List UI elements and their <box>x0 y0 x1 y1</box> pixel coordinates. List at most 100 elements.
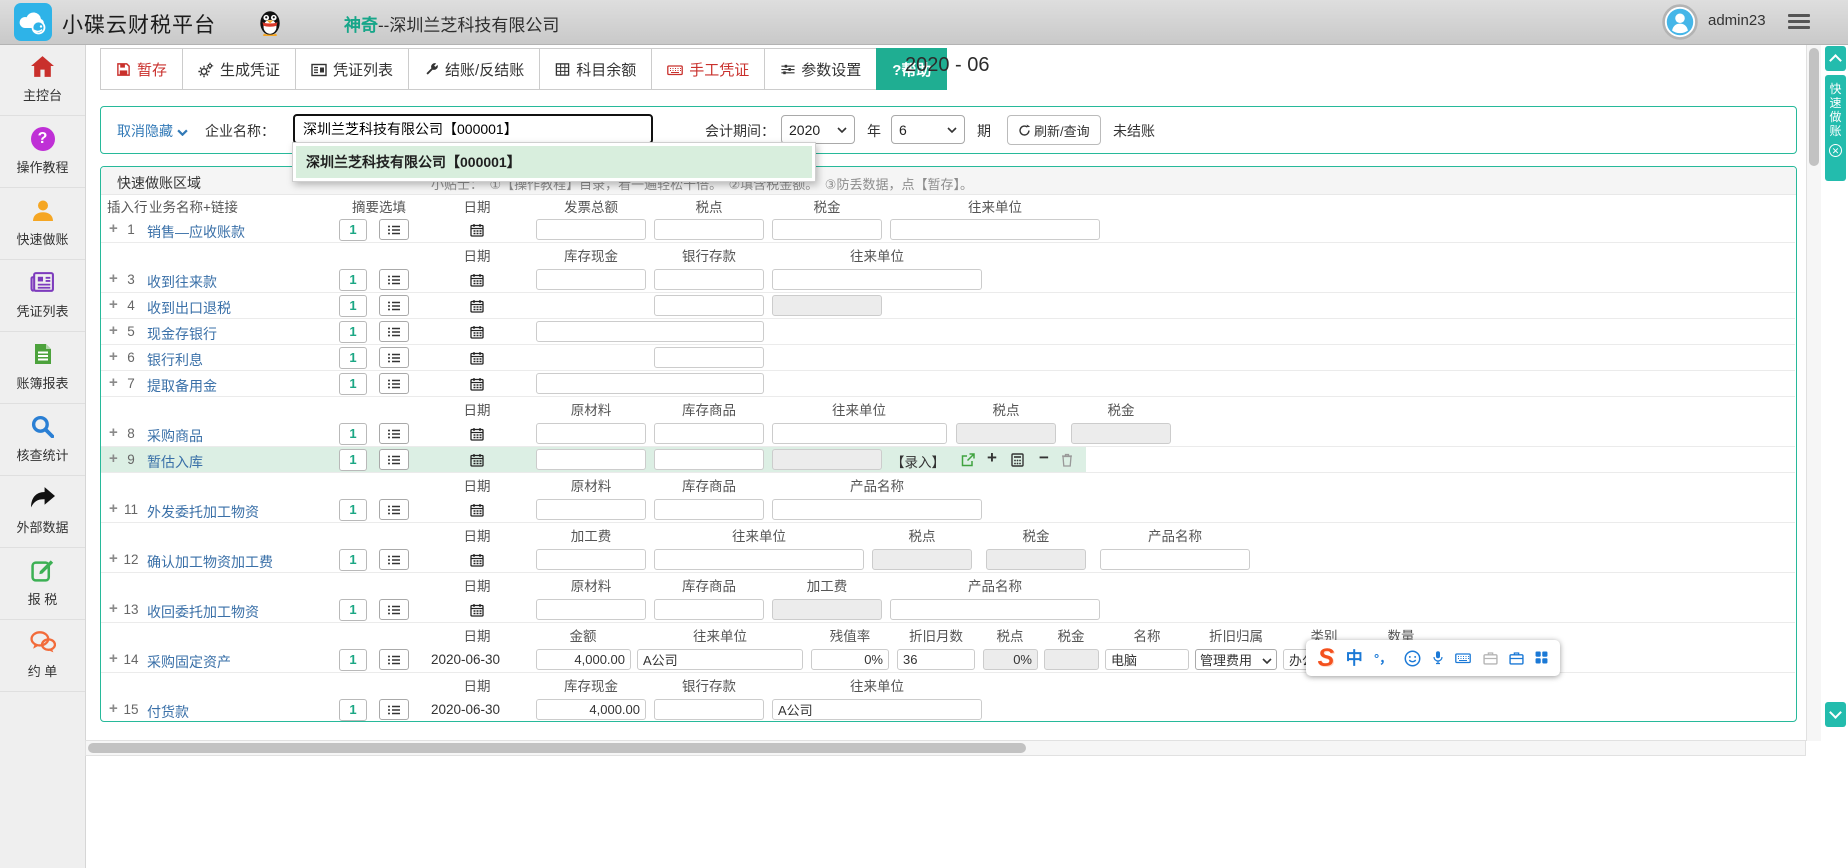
insert-row-icon[interactable]: + <box>109 221 118 237</box>
partner-input[interactable] <box>772 699 982 720</box>
business-name-link[interactable]: 收到往来款 <box>147 272 217 292</box>
summary-list-button[interactable] <box>379 269 409 290</box>
tax-input[interactable] <box>772 219 882 240</box>
processing-fee-input[interactable] <box>536 549 646 570</box>
toolbar-settings-button[interactable]: 参数设置 <box>764 48 877 90</box>
calendar-icon[interactable] <box>461 499 493 520</box>
insert-row-icon[interactable]: + <box>109 501 118 517</box>
insert-row-icon[interactable]: + <box>109 701 118 717</box>
row-count[interactable]: 1 <box>339 269 367 291</box>
company-name-input[interactable] <box>293 114 653 144</box>
stock-goods-input[interactable] <box>654 599 764 620</box>
partner-input[interactable] <box>890 219 1100 240</box>
business-name-link[interactable]: 收回委托加工物资 <box>147 602 259 622</box>
cash-input[interactable] <box>536 321 764 342</box>
summary-list-button[interactable] <box>379 599 409 620</box>
sidebar-item-appointment[interactable]: 约 单 <box>0 620 85 692</box>
cash-input[interactable] <box>536 699 646 720</box>
month-select[interactable]: 6 <box>891 115 965 144</box>
raw-material-input[interactable] <box>536 499 646 520</box>
chinese-mode-icon[interactable]: 中 <box>1346 650 1363 667</box>
summary-list-button[interactable] <box>379 373 409 394</box>
cash-input[interactable] <box>536 373 764 394</box>
soft-keyboard-icon[interactable] <box>1455 650 1471 666</box>
row-count[interactable]: 1 <box>339 549 367 571</box>
business-name-link[interactable]: 确认加工物资加工费 <box>147 552 273 572</box>
toolbox-icon[interactable] <box>1483 650 1498 666</box>
summary-list-button[interactable] <box>379 219 409 240</box>
row-count[interactable]: 1 <box>339 321 367 343</box>
calendar-icon[interactable] <box>461 449 493 470</box>
product-name-input[interactable] <box>1100 549 1250 570</box>
skin-case-icon[interactable] <box>1509 650 1524 666</box>
calendar-icon[interactable] <box>461 321 493 342</box>
date-value[interactable]: 2020-06-30 <box>431 702 523 717</box>
summary-list-button[interactable] <box>379 499 409 520</box>
user-avatar[interactable] <box>1662 4 1698 40</box>
cancel-hide-toggle[interactable]: 取消隐藏 <box>117 121 188 141</box>
bank-input[interactable] <box>654 347 764 368</box>
calendar-icon[interactable] <box>461 219 493 240</box>
row-count[interactable]: 1 <box>339 449 367 471</box>
punctuation-mode-icon[interactable]: °， <box>1374 652 1392 665</box>
toolbar-voucher-list-button[interactable]: 凭证列表 <box>295 48 409 90</box>
bank-input[interactable] <box>654 699 764 720</box>
insert-row-icon[interactable]: + <box>109 451 118 467</box>
menu-icon[interactable] <box>1788 14 1810 30</box>
bank-input[interactable] <box>654 295 764 316</box>
sidebar-item-voucher-list[interactable]: 凭证列表 <box>0 260 85 332</box>
sidebar-item-tutorial[interactable]: ? 操作教程 <box>0 116 85 188</box>
cash-input[interactable] <box>536 269 646 290</box>
business-name-link[interactable]: 采购固定资产 <box>147 652 231 672</box>
raw-material-input[interactable] <box>536 599 646 620</box>
calendar-icon[interactable] <box>461 347 493 368</box>
amount-input[interactable] <box>536 649 631 670</box>
business-name-link[interactable]: 外发委托加工物资 <box>147 502 259 522</box>
calendar-icon[interactable] <box>461 549 493 570</box>
business-name-link[interactable]: 收到出口退税 <box>147 298 231 318</box>
stock-goods-input[interactable] <box>654 423 764 444</box>
vertical-scrollbar-thumb[interactable] <box>1809 48 1819 166</box>
summary-list-button[interactable] <box>379 347 409 368</box>
insert-row-icon[interactable]: + <box>109 651 118 667</box>
stock-goods-input[interactable] <box>654 499 764 520</box>
row-count[interactable]: 1 <box>339 373 367 395</box>
business-name-link[interactable]: 提取备用金 <box>147 376 217 396</box>
horizontal-scrollbar-thumb[interactable] <box>88 743 1026 753</box>
row-count[interactable]: 1 <box>339 295 367 317</box>
depreciation-months-input[interactable] <box>897 649 975 670</box>
sidebar-item-check-stats[interactable]: 核查统计 <box>0 404 85 476</box>
toolbar-closing-button[interactable]: 结账/反结账 <box>408 48 540 90</box>
sogou-logo-icon[interactable]: S <box>1318 646 1335 671</box>
row-count[interactable]: 1 <box>339 219 367 241</box>
insert-row-icon[interactable]: + <box>109 375 118 391</box>
bank-input[interactable] <box>654 269 764 290</box>
product-name-input[interactable] <box>890 599 1100 620</box>
partner-input[interactable] <box>637 649 803 670</box>
sidebar-item-tax-filing[interactable]: 报 税 <box>0 548 85 620</box>
insert-row-icon[interactable]: + <box>109 601 118 617</box>
calendar-icon[interactable] <box>461 423 493 444</box>
summary-list-button[interactable] <box>379 649 409 670</box>
partner-input[interactable] <box>772 423 947 444</box>
business-name-link[interactable]: 采购商品 <box>147 426 203 446</box>
entry-link[interactable]: 【录入】 <box>891 451 945 471</box>
summary-list-button[interactable] <box>379 449 409 470</box>
summary-list-button[interactable] <box>379 549 409 570</box>
calculator-icon[interactable] <box>1011 451 1024 469</box>
sidebar-item-quick-account[interactable]: 快速做账 <box>0 188 85 260</box>
quick-accounting-tab[interactable]: 快速做账✕ <box>1825 75 1846 181</box>
row-count[interactable]: 1 <box>339 599 367 621</box>
stock-goods-input[interactable] <box>654 449 764 470</box>
business-name-link[interactable]: 付货款 <box>147 702 189 722</box>
raw-material-input[interactable] <box>536 449 646 470</box>
insert-row-icon[interactable]: + <box>109 425 118 441</box>
scroll-up-button[interactable] <box>1825 46 1846 71</box>
remove-line-icon[interactable]: − <box>1039 448 1049 468</box>
tax-rate-input[interactable] <box>654 219 764 240</box>
business-name-link[interactable]: 销售—应收账款 <box>147 222 245 242</box>
suggestion-item[interactable]: 深圳兰芝科技有限公司【000001】 <box>296 146 812 178</box>
summary-list-button[interactable] <box>379 699 409 720</box>
row-count[interactable]: 1 <box>339 423 367 445</box>
row-count[interactable]: 1 <box>339 699 367 721</box>
